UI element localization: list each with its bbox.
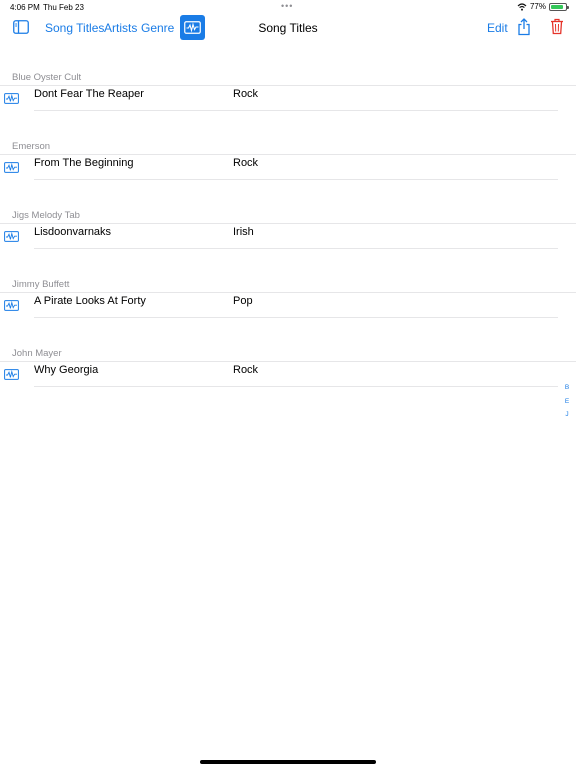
share-button[interactable] (517, 18, 531, 36)
divider (34, 317, 558, 318)
sidebar-toggle-button[interactable] (13, 20, 29, 34)
song-title[interactable]: A Pirate Looks At Forty (34, 295, 146, 307)
status-right: 77% (517, 2, 569, 11)
battery-percent: 77% (529, 2, 546, 11)
index-letter-j[interactable]: J (562, 408, 572, 422)
song-genre: Irish (233, 226, 254, 238)
waveform-icon[interactable] (4, 231, 19, 242)
home-indicator[interactable] (200, 760, 376, 764)
section-index[interactable]: B E J (562, 381, 572, 422)
waveform-icon[interactable] (4, 93, 19, 104)
song-genre: Rock (233, 364, 259, 376)
status-bar: 4:06 PM Thu Feb 23 ••• 77% (0, 0, 576, 14)
waveform-mode-button[interactable] (180, 15, 205, 40)
edit-button[interactable]: Edit (487, 21, 508, 35)
divider (0, 154, 576, 155)
section-header: Jigs Melody Tab (12, 210, 80, 221)
sidebar-icon (13, 20, 29, 34)
divider (34, 110, 558, 111)
status-date: Thu Feb 23 (43, 3, 84, 12)
song-title[interactable]: Dont Fear The Reaper (34, 88, 144, 100)
section-header: Jimmy Buffett (12, 279, 70, 290)
divider (0, 292, 576, 293)
artists-button[interactable]: Artists (104, 21, 137, 35)
song-titles-button[interactable]: Song Titles (45, 21, 104, 35)
waveform-icon[interactable] (4, 162, 19, 173)
song-genre: Rock (233, 88, 259, 100)
wifi-icon (517, 2, 527, 11)
waveform-icon[interactable] (4, 369, 19, 380)
song-genre: Pop (233, 295, 253, 307)
share-icon (518, 18, 530, 36)
delete-button[interactable] (550, 18, 564, 35)
divider (0, 361, 576, 362)
divider (34, 386, 558, 387)
multitasking-dots[interactable]: ••• (281, 1, 293, 11)
battery-icon (549, 2, 569, 11)
divider (34, 179, 558, 180)
waveform-icon[interactable] (4, 300, 19, 311)
divider (0, 223, 576, 224)
genre-button[interactable]: Genre (141, 21, 174, 35)
waveform-icon (184, 21, 201, 34)
section-header: Emerson (12, 141, 51, 152)
section-header: Blue Oyster Cult (12, 72, 82, 83)
song-title[interactable]: From The Beginning (34, 157, 133, 169)
index-letter-b[interactable]: B (562, 381, 572, 395)
song-genre: Rock (233, 157, 259, 169)
divider (0, 85, 576, 86)
trash-icon (551, 18, 563, 35)
song-title[interactable]: Why Georgia (34, 364, 98, 376)
status-time: 4:06 PM (10, 3, 40, 12)
divider (34, 248, 558, 249)
song-title[interactable]: Lisdoonvarnaks (34, 226, 111, 238)
index-letter-e[interactable]: E (562, 395, 572, 409)
section-header: John Mayer (12, 348, 62, 359)
